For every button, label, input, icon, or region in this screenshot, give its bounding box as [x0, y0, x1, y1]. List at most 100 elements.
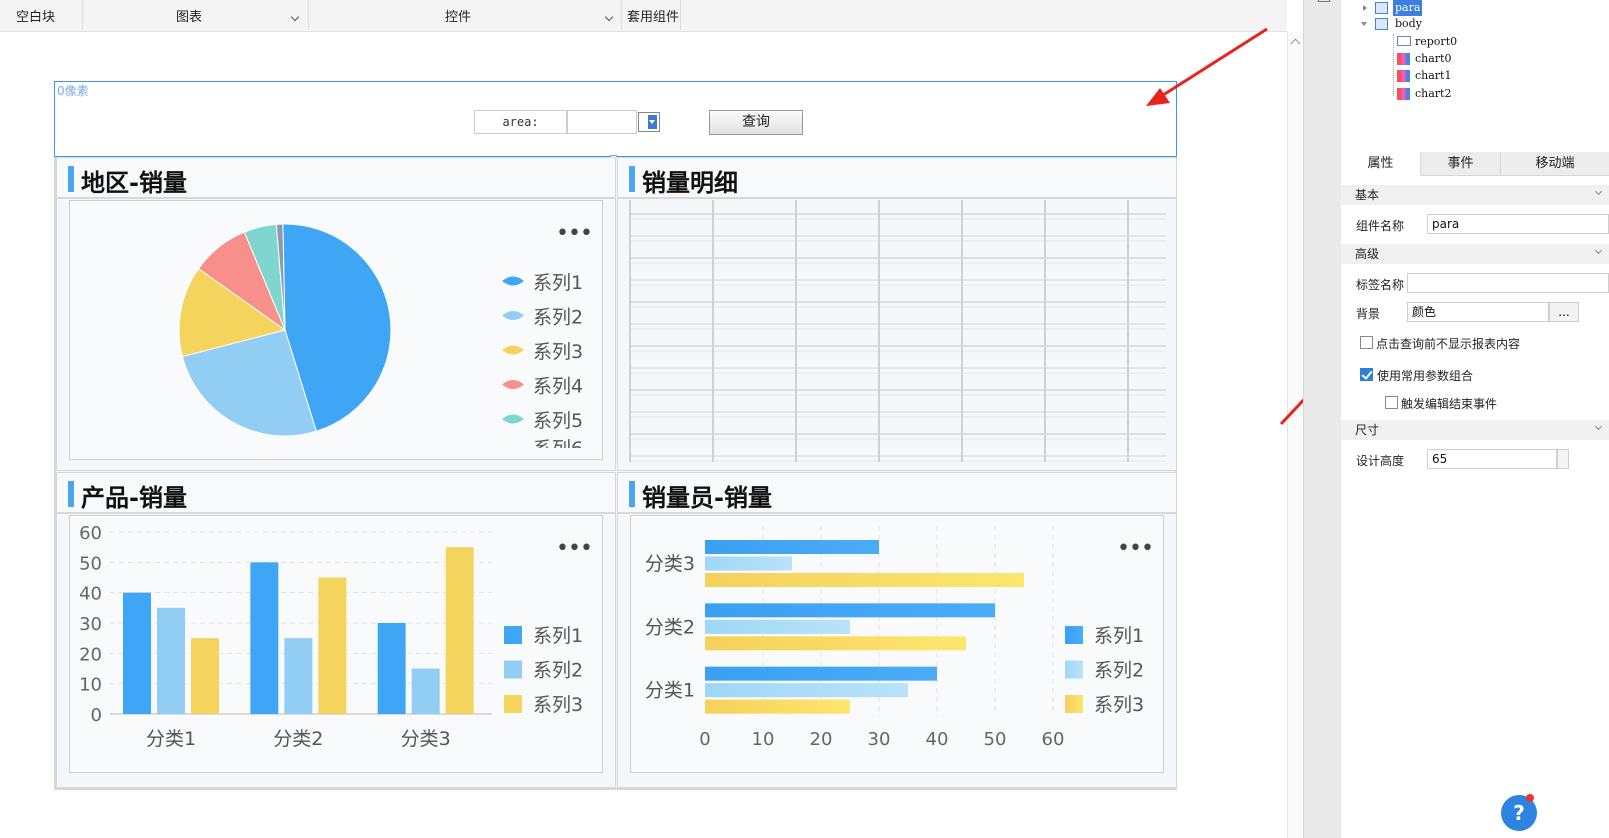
panel-title-bar: 销量明细 [618, 158, 1176, 199]
window-icon[interactable] [1318, 0, 1330, 2]
report-icon [1397, 36, 1411, 46]
panel-splitter[interactable] [1303, 0, 1341, 838]
title-accent-bar [629, 481, 635, 507]
area-input[interactable] [567, 110, 637, 134]
y-tick-label: 分类2 [645, 616, 695, 638]
hbar-bar [705, 540, 879, 554]
area-label: area: [474, 110, 567, 134]
x-tick-label: 分类1 [146, 728, 196, 750]
area-dropdown-button[interactable] [638, 112, 660, 132]
background-more-button[interactable]: ... [1549, 302, 1579, 322]
chevron-down-icon[interactable] [1594, 187, 1603, 196]
legend-label: 系列3 [1094, 694, 1144, 716]
legend-label: 系列2 [1094, 660, 1144, 682]
tree-label: chart0 [1415, 52, 1452, 65]
pie-chart-container[interactable]: ••• 系列1 系列2 系列3 系列4 系列5 系列6 [69, 200, 603, 460]
trigger-edit-end-checkbox[interactable] [1385, 396, 1398, 409]
panel-title: 地区-销量 [81, 169, 187, 197]
chart-icon [1397, 88, 1410, 100]
tag-name-input[interactable] [1407, 273, 1609, 293]
chart-chevron-down-icon[interactable] [290, 12, 300, 22]
column-bar [123, 592, 151, 714]
panel-title: 销量明细 [642, 169, 738, 197]
panel-title-bar: 销量员-销量 [618, 473, 1176, 514]
toolbar-divider [82, 0, 83, 30]
hide-before-query-checkbox[interactable] [1360, 336, 1373, 349]
column-chart-container[interactable]: ••• 0 10 20 30 40 50 60 分类1 分类2 分类3 系列1 系列2 系列3 [69, 515, 603, 773]
section-basic[interactable]: 基本 [1341, 185, 1609, 205]
control-dropdown[interactable]: 控件 [445, 0, 471, 32]
param-panel-icon [1375, 2, 1388, 14]
x-tick-label: 分类3 [401, 728, 451, 750]
pixel-indicator: 0像素 [57, 84, 89, 98]
section-advanced[interactable]: 高级 [1341, 244, 1609, 264]
panel-salesperson-sales[interactable]: 销量员-销量 ••• 0 10 20 30 40 50 60 分类1 分类2 分类3 系列1 系列2 系… [617, 472, 1177, 788]
legend-label: 系列2 [533, 660, 583, 682]
blank-block-button[interactable]: 空白块 [16, 0, 55, 32]
legend-marker [1065, 660, 1083, 679]
para-block[interactable]: 0像素 area: 查询 [54, 81, 1177, 157]
title-accent-bar [68, 166, 74, 192]
more-options-icon[interactable]: ••• [556, 223, 593, 245]
column-chart: 0 10 20 30 40 50 60 分类1 分类2 分类3 系列1 系列2 系列3 [79, 523, 583, 750]
legend-marker [1065, 695, 1083, 713]
more-options-icon[interactable]: ••• [556, 538, 593, 560]
vertical-scrollbar[interactable] [1287, 32, 1303, 838]
hbar-bar [705, 636, 966, 651]
legend-label: 系列3 [533, 694, 583, 716]
hbar-bar [705, 573, 1024, 587]
tab-mobile[interactable]: 移动端 [1501, 152, 1609, 176]
design-height-input[interactable]: 65 [1427, 449, 1557, 469]
query-button[interactable]: 查询 [709, 110, 803, 135]
panel-sales-detail[interactable]: 销量明细 [617, 157, 1177, 471]
x-tick-label: 60 [1042, 729, 1065, 750]
toolbar-divider [680, 0, 681, 30]
column-bar [318, 577, 347, 714]
design-height-spinner[interactable] [1557, 449, 1569, 469]
y-tick-label: 20 [79, 644, 102, 665]
tab-properties[interactable]: 属性 [1341, 152, 1421, 176]
y-tick-label: 分类3 [645, 553, 695, 575]
common-params-checkbox[interactable] [1360, 368, 1373, 381]
legend-marker [1065, 626, 1083, 644]
tab-events[interactable]: 事件 [1421, 152, 1501, 176]
chart-icon [1397, 70, 1410, 82]
tag-name-label: 标签名称 [1356, 278, 1405, 292]
background-input[interactable]: 颜色 [1407, 302, 1549, 322]
section-title: 基本 [1355, 188, 1380, 202]
hbar-bar [705, 603, 995, 618]
template-component-button[interactable]: 套用组件 [627, 0, 679, 32]
section-title: 高级 [1355, 247, 1380, 261]
bar-chart-container[interactable]: ••• 0 10 20 30 40 50 60 分类1 分类2 分类3 系列1 系列2 系列3 [630, 515, 1164, 773]
section-size[interactable]: 尺寸 [1341, 420, 1609, 440]
design-height-label: 设计高度 [1356, 454, 1405, 468]
expand-icon[interactable] [1363, 5, 1367, 11]
hbar-bar [705, 699, 850, 714]
tree-guide-line [1393, 34, 1394, 96]
component-name-label: 组件名称 [1356, 219, 1405, 233]
legend-marker [504, 695, 522, 713]
chevron-down-icon[interactable] [1594, 422, 1603, 431]
background-label: 背景 [1356, 307, 1381, 321]
component-toolbar: 空白块 图表 控件 套用组件 [0, 0, 1287, 32]
chart-dropdown[interactable]: 图表 [176, 0, 202, 32]
x-tick-label: 20 [810, 729, 833, 750]
panel-region-sales[interactable]: 地区-销量 ••• 系列1 系列2 系列3 系列4 系列5 系列6 [56, 157, 616, 471]
collapse-icon[interactable] [1361, 22, 1367, 26]
chevron-down-icon[interactable] [1594, 246, 1603, 255]
x-tick-label: 30 [868, 729, 891, 750]
panel-title-bar: 产品-销量 [57, 473, 615, 514]
report-grid[interactable] [618, 200, 1166, 462]
control-chevron-down-icon[interactable] [604, 12, 614, 22]
y-tick-label: 60 [79, 523, 102, 544]
body-block[interactable]: 地区-销量 ••• 系列1 系列2 系列3 系列4 系列5 系列6 销量明细 产品-销量 … [54, 157, 1177, 790]
legend-label: 系列2 [533, 307, 583, 329]
tree-label: chart1 [1415, 69, 1452, 82]
more-options-icon[interactable]: ••• [1117, 538, 1154, 560]
panel-product-sales[interactable]: 产品-销量 ••• 0 10 20 30 40 50 60 分类1 分类2 分类3 系列1 系列2 系列… [56, 472, 616, 788]
component-name-input[interactable]: para [1427, 214, 1609, 234]
scroll-up-icon[interactable] [1290, 38, 1301, 49]
x-tick-label: 50 [984, 729, 1007, 750]
property-tabs: 属性 事件 移动端 [1341, 152, 1609, 176]
column-bar [445, 547, 474, 714]
